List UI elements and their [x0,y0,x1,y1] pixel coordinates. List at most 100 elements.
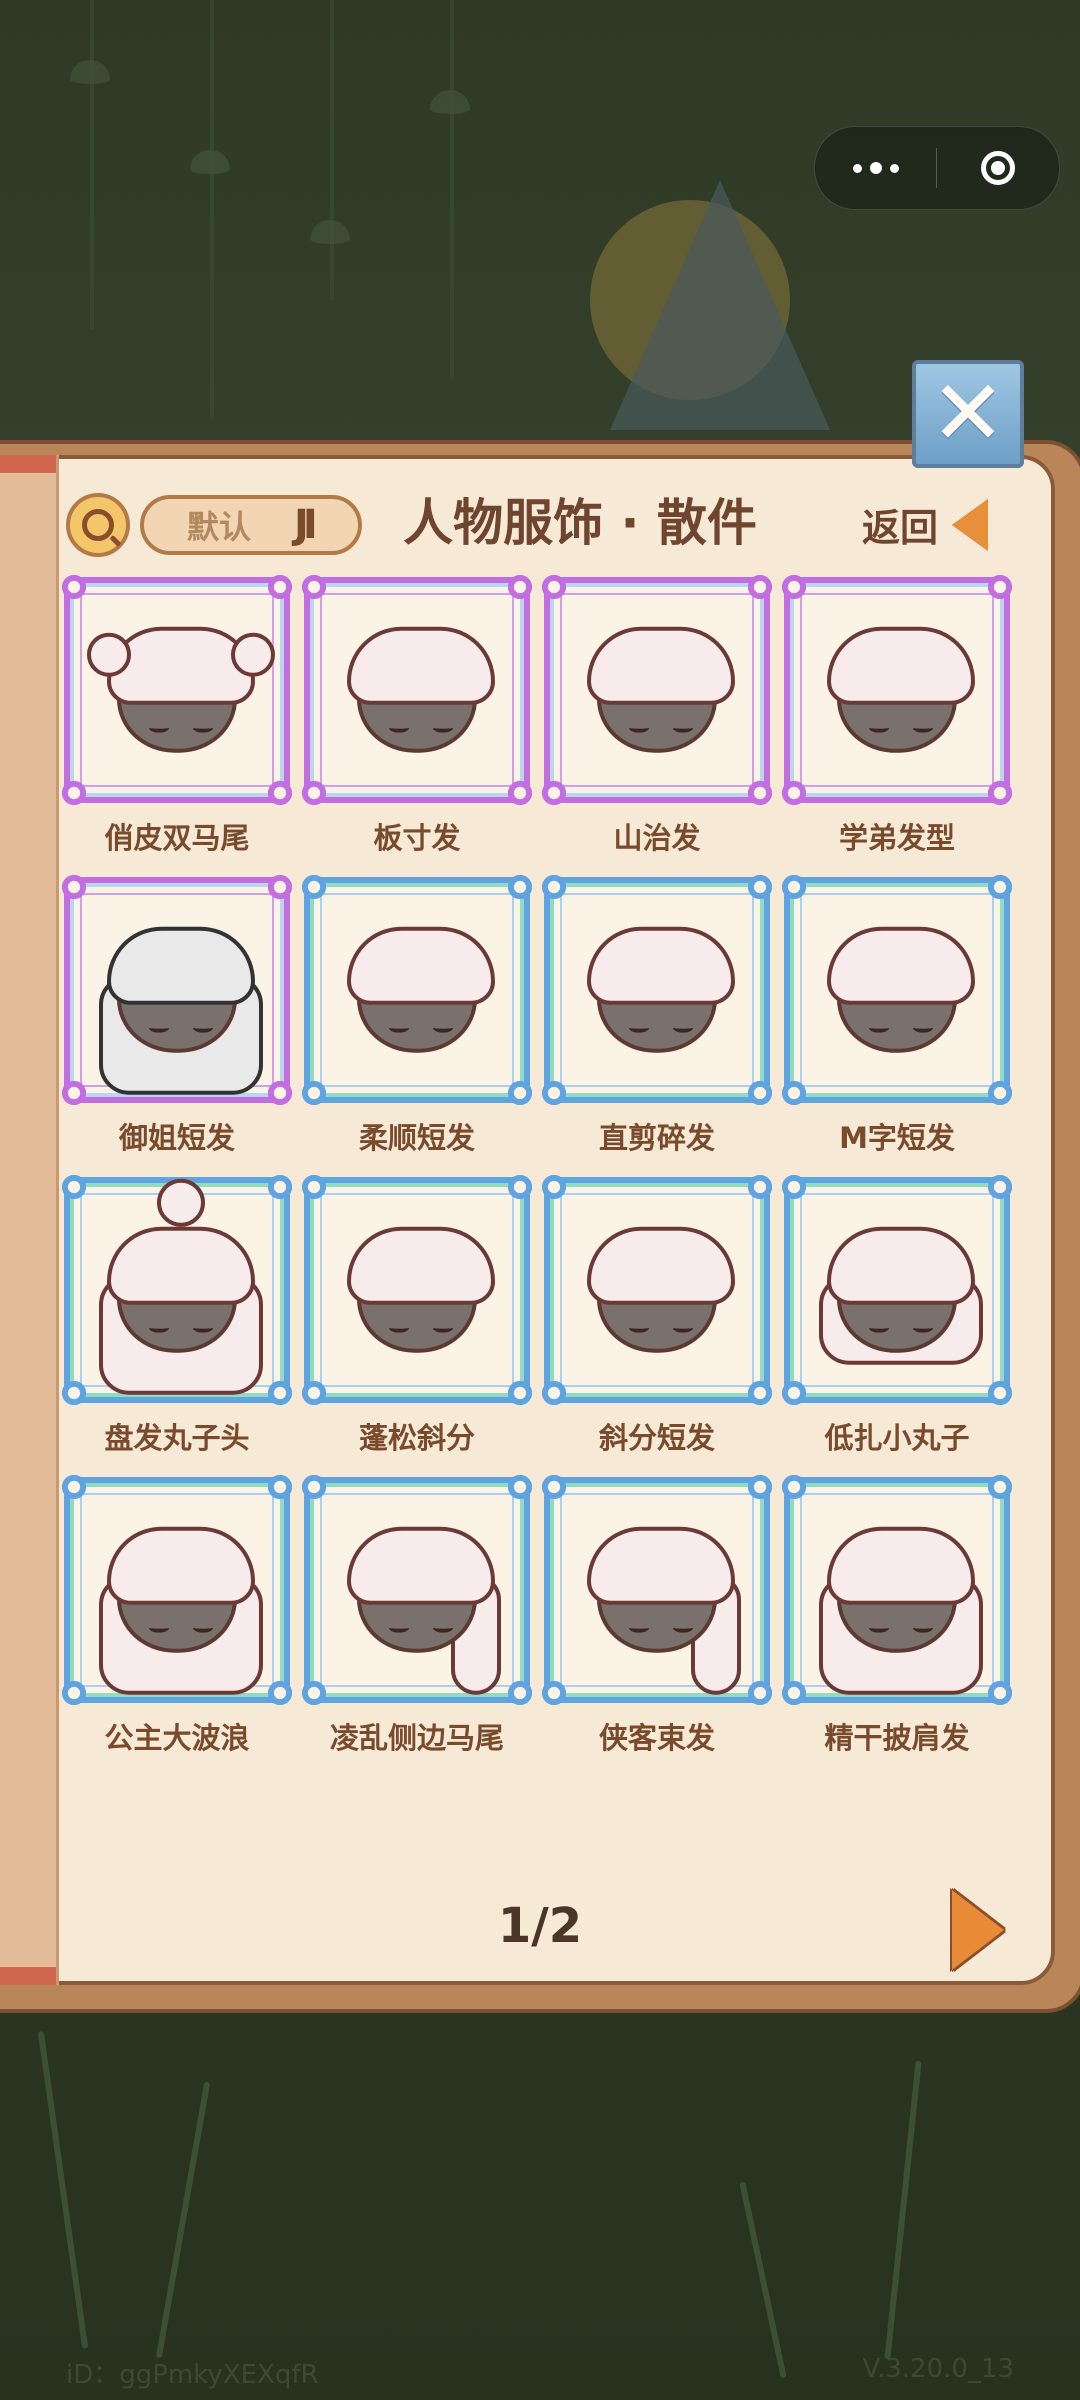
back-label: 返回 [862,506,939,550]
hairstyle-item[interactable]: M字短发 [780,873,1014,1167]
bow-corner-icon [986,873,1014,901]
dot-icon [869,162,882,174]
more-menu-button[interactable] [815,127,936,209]
bow-corner-icon [986,1379,1014,1407]
page-title: 人物服饰 · 散件 [403,494,757,552]
bow-corner-icon [746,1079,774,1107]
bow-corner-icon [506,573,534,601]
bow-corner-icon [300,1173,328,1201]
bow-corner-icon [266,1473,294,1501]
item-frame-blue [540,1173,774,1407]
hairstyle-item[interactable]: 盘发丸子头 [60,1173,294,1467]
bow-corner-icon [540,873,568,901]
hairstyle-item[interactable]: 学弟发型 [780,573,1014,867]
willow-leaf [190,150,230,174]
bow-corner-icon [300,1679,328,1707]
bow-corner-icon [780,1473,808,1501]
bow-corner-icon [746,1173,774,1201]
bow-corner-icon [780,1079,808,1107]
hairstyle-item[interactable]: 公主大波浪 [60,1473,294,1767]
bow-corner-icon [986,1679,1014,1707]
bow-corner-icon [60,1473,88,1501]
search-icon [82,509,114,541]
hairstyle-item[interactable]: 精干披肩发 [780,1473,1014,1767]
item-label: 板寸发 [373,821,461,855]
close-miniprogram-button[interactable] [937,127,1058,209]
bow-corner-icon [300,1079,328,1107]
back-button[interactable]: 返回 [862,497,989,552]
hairstyle-item[interactable]: 凌乱侧边马尾 [300,1473,534,1767]
target-icon [980,151,1015,185]
bow-corner-icon [746,1679,774,1707]
hairstyle-preview-icon [827,626,975,753]
bow-corner-icon [780,1379,808,1407]
hairstyle-preview-icon [587,926,735,1053]
bow-corner-icon [60,1173,88,1201]
bow-corner-icon [266,1079,294,1107]
item-label: 公主大波浪 [104,1721,250,1755]
bow-corner-icon [506,1379,534,1407]
bow-corner-icon [266,873,294,901]
item-label: 直剪碎发 [598,1121,715,1155]
hairstyle-item[interactable]: 板寸发 [300,573,534,867]
next-page-button[interactable] [952,1890,1004,1970]
miniprogram-capsule [814,126,1060,210]
hairstyle-item[interactable]: 侠客束发 [540,1473,774,1767]
bow-corner-icon [300,873,328,901]
page-indicator: 1/2 [497,1898,583,1954]
close-button[interactable]: ✕ [912,360,1024,468]
hairstyle-item[interactable]: 山治发 [540,573,774,867]
sort-button[interactable]: 默认 JI [140,495,362,555]
bow-corner-icon [60,1679,88,1707]
bow-corner-icon [300,1473,328,1501]
background-mountain [610,180,830,430]
bow-corner-icon [986,1173,1014,1201]
item-label: M字短发 [839,1121,955,1155]
sort-label: 默认 [186,508,251,546]
item-label: 侠客束发 [598,1721,715,1755]
bow-corner-icon [746,873,774,901]
search-button[interactable] [66,493,130,557]
item-frame-blue [60,1173,294,1407]
hairstyle-preview-icon [347,626,495,753]
hairstyle-item[interactable]: 御姐短发 [60,873,294,1167]
bow-corner-icon [266,779,294,807]
back-arrow-icon [952,498,989,551]
bow-corner-icon [780,779,808,807]
item-label: 学弟发型 [838,821,955,855]
bow-corner-icon [60,1079,88,1107]
bow-corner-icon [266,573,294,601]
hairstyle-item[interactable]: 俏皮双马尾 [60,573,294,867]
bow-corner-icon [780,873,808,901]
hairstyle-item[interactable]: 蓬松斜分 [300,1173,534,1467]
bow-corner-icon [986,1079,1014,1107]
bow-corner-icon [746,779,774,807]
hairstyle-item[interactable]: 柔顺短发 [300,873,534,1167]
spine-edge [0,455,56,473]
bow-corner-icon [60,873,88,901]
willow-leaf [310,220,350,244]
bow-corner-icon [60,573,88,601]
item-frame-blue [300,873,534,1107]
bow-corner-icon [780,573,808,601]
bow-corner-icon [540,1379,568,1407]
bow-corner-icon [60,779,88,807]
hairstyle-preview-icon [587,1526,741,1695]
bow-corner-icon [300,573,328,601]
grass-blade [739,2181,787,2379]
bow-corner-icon [986,573,1014,601]
bow-corner-icon [506,1473,534,1501]
item-label: 斜分短发 [598,1421,715,1455]
bow-corner-icon [506,1679,534,1707]
item-label: 柔顺短发 [358,1121,475,1155]
bow-corner-icon [300,779,328,807]
bow-corner-icon [506,779,534,807]
item-frame-blue [540,1473,774,1707]
bow-corner-icon [506,1173,534,1201]
hairstyle-item[interactable]: 斜分短发 [540,1173,774,1467]
hairstyle-item[interactable]: 直剪碎发 [540,873,774,1167]
bow-corner-icon [300,1379,328,1407]
hairstyle-item[interactable]: 低扎小丸子 [780,1173,1014,1467]
item-frame-blue [780,1173,1014,1407]
version-label: V.3.20.0_13 [862,2354,1014,2384]
